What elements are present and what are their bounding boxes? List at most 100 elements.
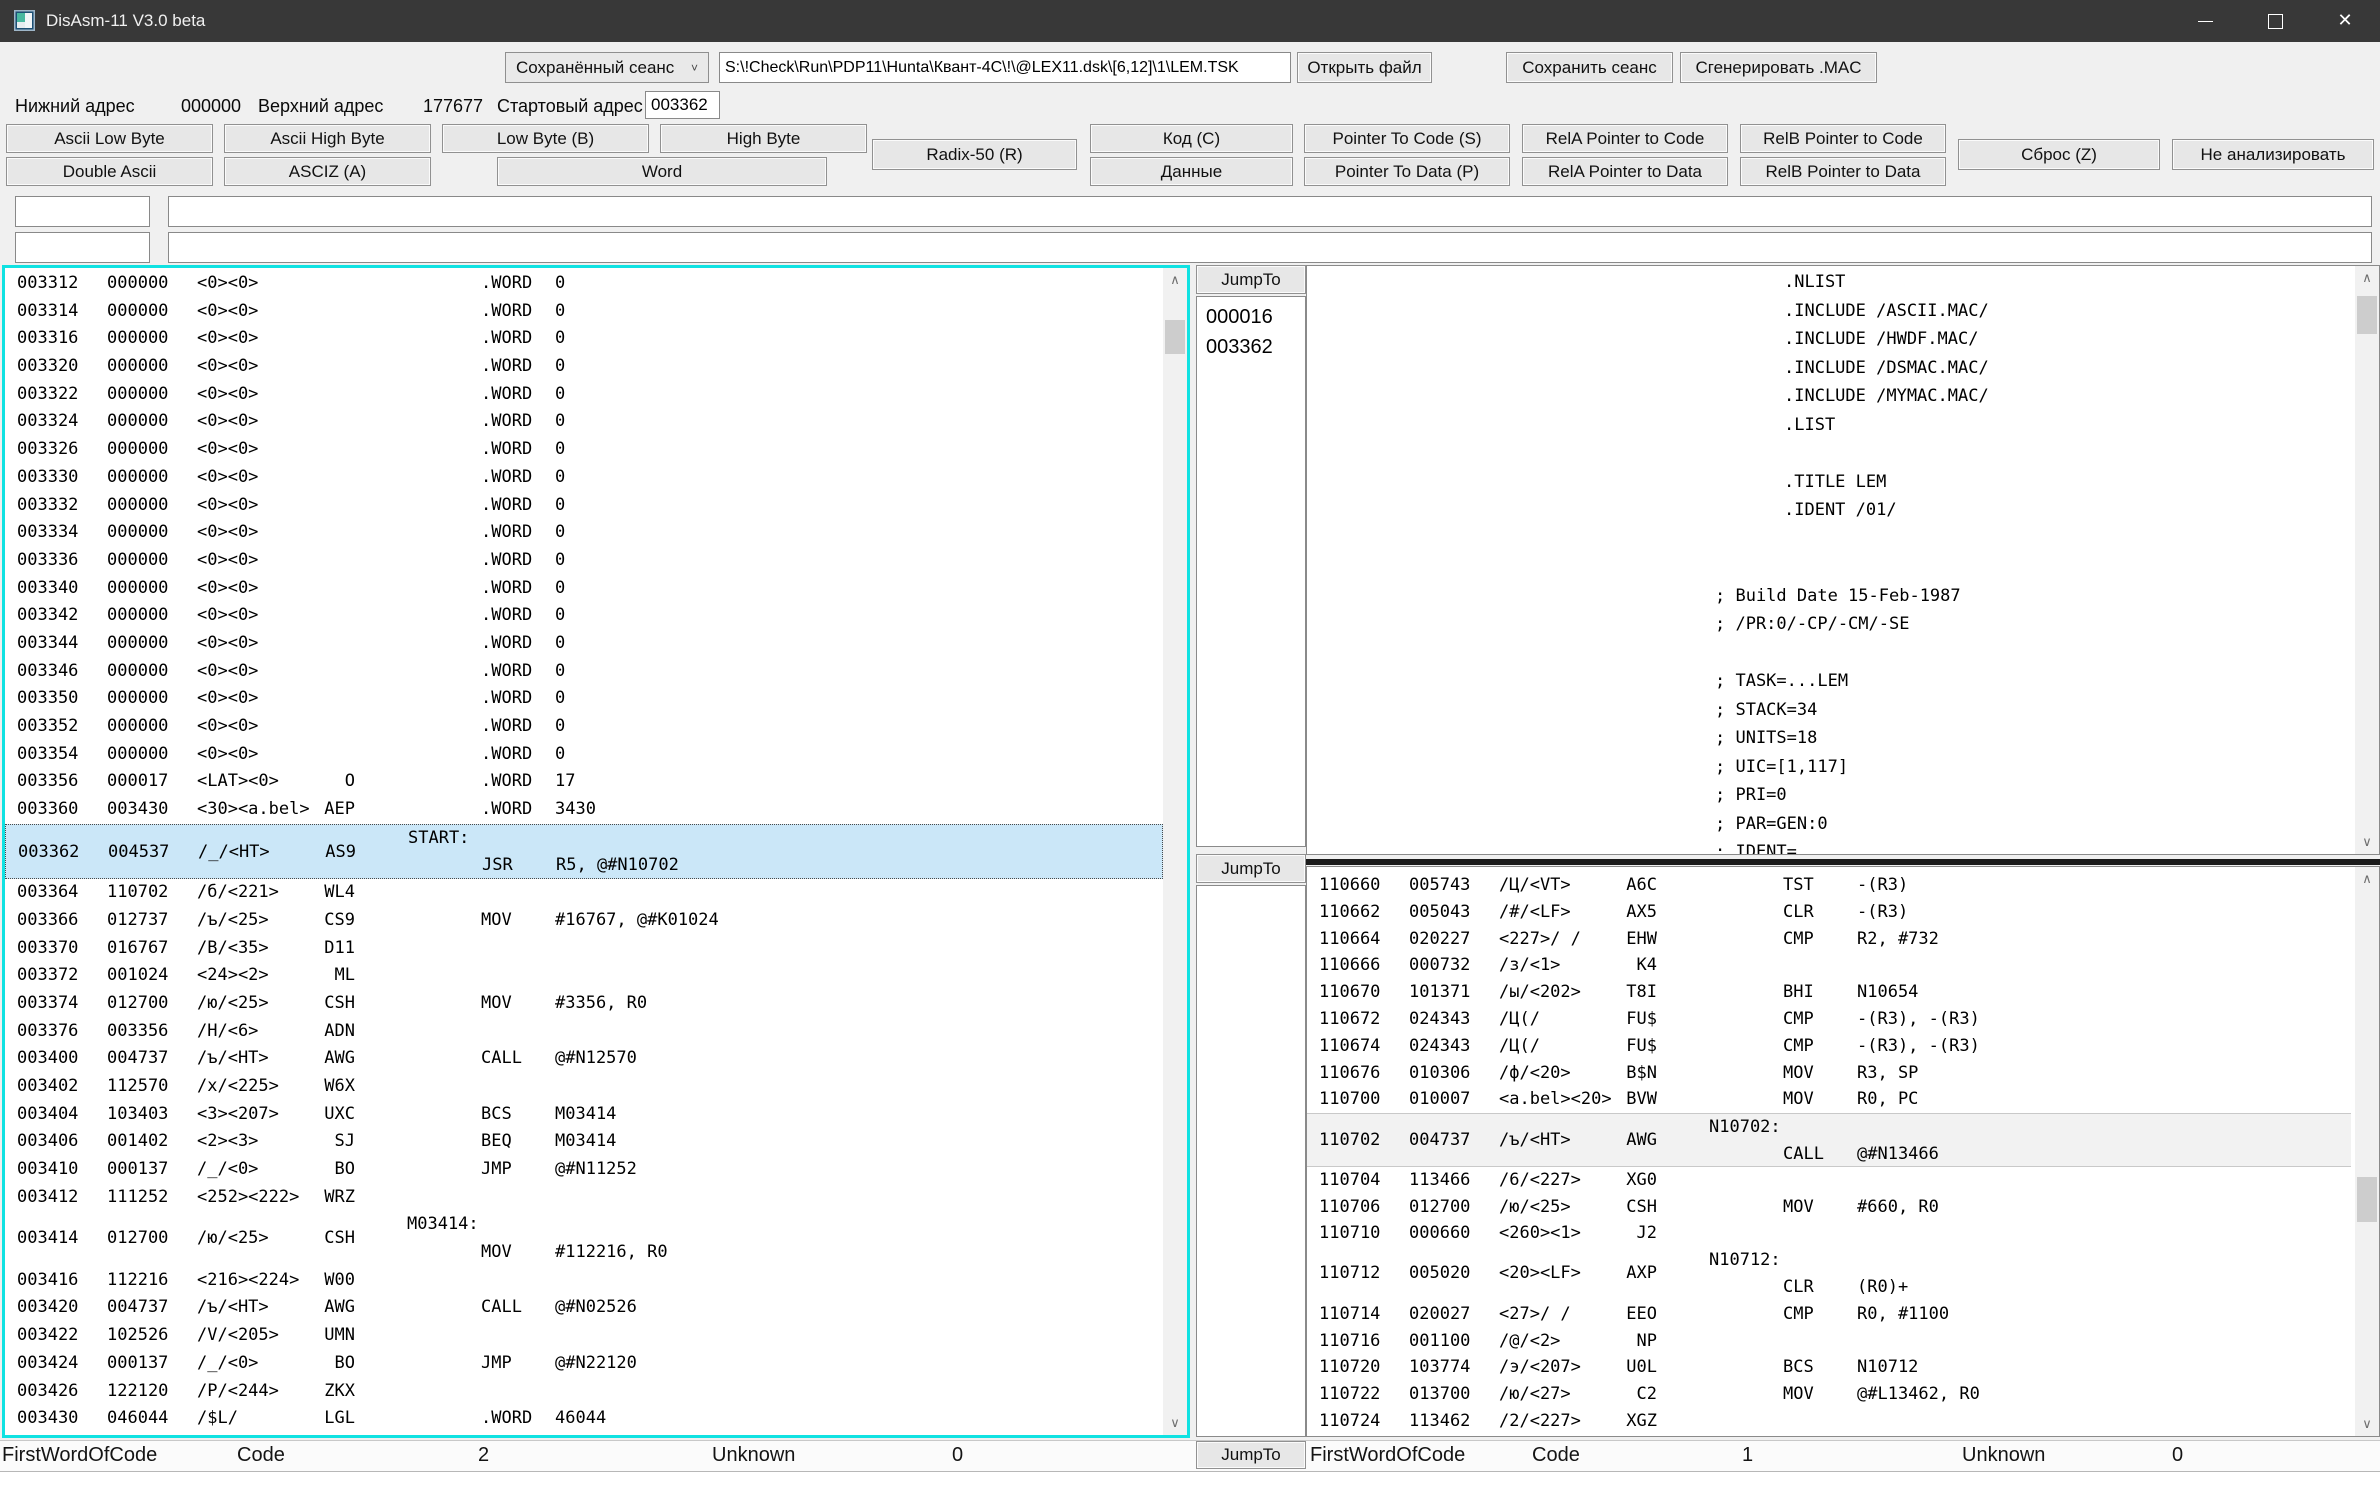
- scroll-up-icon[interactable]: ∧: [2355, 867, 2379, 891]
- listing-row[interactable]: 003352000000<0><0>.WORD0: [5, 713, 1163, 741]
- listing-row[interactable]: 110714020027<27>/ /EEOCMPR0, #1100: [1307, 1301, 2351, 1328]
- generate-mac-button[interactable]: Сгенерировать .MAC: [1680, 52, 1877, 83]
- listing-row[interactable]: 003420004737/ъ/<HT>AWGCALL@#N02526: [5, 1294, 1163, 1322]
- code-button[interactable]: Код (C): [1090, 124, 1293, 153]
- open-file-button[interactable]: Открыть файл: [1297, 52, 1432, 83]
- listing-row[interactable]: 110724113462/2/<227>XGZ: [1307, 1408, 2351, 1435]
- listing-row[interactable]: 003402112570/х/<225>W6X: [5, 1073, 1163, 1101]
- rela-pointer-to-code-button[interactable]: RelA Pointer to Code: [1522, 124, 1728, 153]
- ascii-low-byte-button[interactable]: Ascii Low Byte: [6, 124, 213, 153]
- listing-row[interactable]: 003342000000<0><0>.WORD0: [5, 602, 1163, 630]
- radix50-button[interactable]: Radix-50 (R): [872, 139, 1077, 170]
- file-path-input[interactable]: [719, 52, 1291, 83]
- listing-row[interactable]: 003410000137/_/<0>BOJMP@#N11252: [5, 1156, 1163, 1184]
- listing-row[interactable]: 110704113466/6/<227>XG0: [1307, 1167, 2351, 1194]
- listing-row[interactable]: 003372001024<24><2>ML: [5, 962, 1163, 990]
- listing-row[interactable]: 003404103403<3><207>UXCBCSM03414: [5, 1101, 1163, 1129]
- listing-row[interactable]: 003360003430<30><a.bel>AEP.WORD3430: [5, 796, 1163, 824]
- jumpto-button-3[interactable]: JumpTo: [1196, 1441, 1306, 1469]
- listing-row[interactable]: 003344000000<0><0>.WORD0: [5, 630, 1163, 658]
- listing-row[interactable]: 003374012700/ю/<25>CSHMOV#3356, R0: [5, 990, 1163, 1018]
- listing-row[interactable]: 003424000137/_/<0>BOJMP@#N22120: [5, 1350, 1163, 1378]
- reset-button[interactable]: Сброс (Z): [1958, 139, 2160, 170]
- listing-row[interactable]: 003332000000<0><0>.WORD0: [5, 492, 1163, 520]
- listing-row[interactable]: 003330000000<0><0>.WORD0: [5, 464, 1163, 492]
- save-session-button[interactable]: Сохранить сеанс: [1506, 52, 1673, 83]
- scroll-down-icon[interactable]: ∨: [1163, 1411, 1187, 1435]
- listing-row[interactable]: 110720103774/э/<207>U0LBCSN10712: [1307, 1354, 2351, 1381]
- right-scrollbar-thumb[interactable]: [2357, 1177, 2377, 1222]
- scroll-down-icon[interactable]: ∨: [2355, 1412, 2379, 1436]
- pointer-to-code-button[interactable]: Pointer To Code (S): [1304, 124, 1510, 153]
- listing-row[interactable]: 003324000000<0><0>.WORD0: [5, 408, 1163, 436]
- listing-row[interactable]: 003376003356/Н/<6>ADN: [5, 1018, 1163, 1046]
- listing-row[interactable]: 110706012700/ю/<25>CSHMOV#660, R0: [1307, 1194, 2351, 1221]
- scroll-down-icon[interactable]: ∨: [2355, 830, 2379, 854]
- listing-row[interactable]: 003312000000<0><0>.WORD0: [5, 270, 1163, 298]
- listing-row[interactable]: 003370016767/В/<35>D11: [5, 935, 1163, 963]
- left-scrollbar[interactable]: ∧ ∨: [1163, 268, 1187, 1435]
- asciz-button[interactable]: ASCIZ (A): [224, 157, 431, 186]
- listing-row[interactable]: 003314000000<0><0>.WORD0: [5, 298, 1163, 326]
- listing-row[interactable]: 110702004737/ъ/<HT>AWGN10702:CALL@#N1346…: [1307, 1113, 2351, 1167]
- double-ascii-button[interactable]: Double Ascii: [6, 157, 213, 186]
- listing-row[interactable]: 003326000000<0><0>.WORD0: [5, 436, 1163, 464]
- listing-row[interactable]: 003426122120/Р/<244>ZKX: [5, 1378, 1163, 1406]
- listing-row[interactable]: 110666000732/з/<1>K4: [1307, 952, 2351, 979]
- scroll-up-icon[interactable]: ∧: [2355, 266, 2379, 290]
- session-dropdown[interactable]: Сохранённый сеанс ˅: [505, 52, 709, 83]
- left-scrollbar-thumb[interactable]: [1165, 320, 1185, 354]
- listing-row[interactable]: 003400004737/ъ/<HT>AWGCALL@#N12570: [5, 1045, 1163, 1073]
- listing-row[interactable]: 110662005043/#/<LF>AX5CLR-(R3): [1307, 899, 2351, 926]
- listing-row[interactable]: 003316000000<0><0>.WORD0: [5, 325, 1163, 353]
- listing-row[interactable]: 003356000017<LAT><0>O.WORD17: [5, 768, 1163, 796]
- listing-row[interactable]: 110676010306/ф/<20>B$NMOVR3, SP: [1307, 1060, 2351, 1087]
- listing-row[interactable]: 110674024343/Ц(/FU$CMP-(R3), -(R3): [1307, 1033, 2351, 1060]
- right-scrollbar[interactable]: ∧ ∨: [2355, 867, 2379, 1436]
- listing-row[interactable]: 003320000000<0><0>.WORD0: [5, 353, 1163, 381]
- listing-row[interactable]: 003430046044/$L/LGL.WORD46044: [5, 1405, 1163, 1433]
- listing-row[interactable]: 110716001100/@/<2>NP: [1307, 1328, 2351, 1355]
- listing-row[interactable]: 003322000000<0><0>.WORD0: [5, 381, 1163, 409]
- empty-field-2[interactable]: [168, 232, 2372, 263]
- listing-row[interactable]: 110660005743/Ц/<VT>A6CTST-(R3): [1307, 872, 2351, 899]
- relb-pointer-to-code-button[interactable]: RelB Pointer to Code: [1740, 124, 1946, 153]
- listing-row[interactable]: 003350000000<0><0>.WORD0: [5, 685, 1163, 713]
- listing-row[interactable]: 110722013700/ю/<27>C2MOV@#L13462, R0: [1307, 1381, 2351, 1408]
- listing-row[interactable]: 003364110702/б/<221>WL4: [5, 879, 1163, 907]
- listing-row[interactable]: 110672024343/Ц(/FU$CMP-(R3), -(R3): [1307, 1006, 2351, 1033]
- maximize-button[interactable]: [2240, 0, 2310, 42]
- listing-row[interactable]: 003416112216<216><224>W00: [5, 1267, 1163, 1295]
- word-button[interactable]: Word: [497, 157, 827, 186]
- start-address-input[interactable]: [645, 91, 720, 119]
- listing-row[interactable]: 003354000000<0><0>.WORD0: [5, 741, 1163, 769]
- low-byte-button[interactable]: Low Byte (B): [442, 124, 649, 153]
- no-analyze-button[interactable]: Не анализировать: [2172, 139, 2374, 170]
- jumpto-item[interactable]: 000016: [1197, 302, 1305, 332]
- listing-row[interactable]: 003334000000<0><0>.WORD0: [5, 519, 1163, 547]
- pointer-to-data-button[interactable]: Pointer To Data (P): [1304, 157, 1510, 186]
- listing-row[interactable]: 003346000000<0><0>.WORD0: [5, 658, 1163, 686]
- listing-row[interactable]: 110710000660<260><1>J2: [1307, 1220, 2351, 1247]
- jumpto-item[interactable]: 003362: [1197, 332, 1305, 362]
- source-scrollbar[interactable]: ∧ ∨: [2355, 266, 2379, 854]
- rela-pointer-to-data-button[interactable]: RelA Pointer to Data: [1522, 157, 1728, 186]
- listing-row[interactable]: 003414012700/ю/<25>CSHM03414:MOV#112216,…: [5, 1211, 1163, 1266]
- listing-row[interactable]: 003366012737/ъ/<25>CS9MOV#16767, @#K0102…: [5, 907, 1163, 935]
- close-button[interactable]: ✕: [2310, 0, 2380, 42]
- listing-row[interactable]: 003422102526/V/<205>UMN: [5, 1322, 1163, 1350]
- listing-row[interactable]: 003340000000<0><0>.WORD0: [5, 575, 1163, 603]
- source-scrollbar-thumb[interactable]: [2357, 296, 2377, 334]
- minimize-button[interactable]: [2170, 0, 2240, 42]
- listing-row[interactable]: 003336000000<0><0>.WORD0: [5, 547, 1163, 575]
- empty-field-1[interactable]: [168, 196, 2372, 227]
- listing-row[interactable]: 003406001402<2><3>SJBEQM03414: [5, 1128, 1163, 1156]
- listing-row[interactable]: 110700010007<a.bel><20>BVWMOVR0, PC: [1307, 1086, 2351, 1113]
- listing-row[interactable]: 003412111252<252><222>WRZ: [5, 1184, 1163, 1212]
- jumpto-button-2[interactable]: JumpTo: [1196, 854, 1306, 883]
- data-button[interactable]: Данные: [1090, 157, 1293, 186]
- listing-row[interactable]: 003362004537/_/<HT>AS9START:JSRR5, @#N10…: [5, 824, 1163, 879]
- listing-row[interactable]: 110670101371/ы/<202>T8IBHIN10654: [1307, 979, 2351, 1006]
- jumpto-button-1[interactable]: JumpTo: [1196, 265, 1306, 294]
- ascii-high-byte-button[interactable]: Ascii High Byte: [224, 124, 431, 153]
